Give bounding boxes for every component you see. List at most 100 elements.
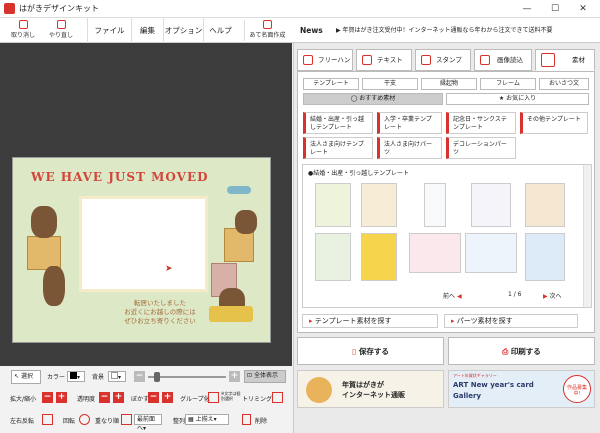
size-increase-button[interactable]: + xyxy=(56,392,67,403)
category-school[interactable]: 入学・卒業テンプレート xyxy=(377,112,442,134)
zoom-out-button[interactable]: − xyxy=(134,371,145,382)
menu-edit[interactable]: 編集 xyxy=(131,18,163,43)
template-thumbnail[interactable] xyxy=(361,183,397,227)
select-tool[interactable]: ↖ 選択 xyxy=(11,370,41,384)
find-parts-button[interactable]: ▸ パーツ素材を探す xyxy=(444,314,578,328)
template-thumbnail[interactable] xyxy=(315,183,351,227)
cart-illustration xyxy=(209,306,253,322)
material-panel: フリーハンド テキスト スタンプ 画像読込 素材 テンプレート 干支 縁起物 フ… xyxy=(293,43,600,433)
material-content: テンプレート 干支 縁起物 フレーム おいさつ文 ◯ おすすめ素材 ★ お気に入… xyxy=(297,71,595,333)
pen-icon xyxy=(303,55,313,65)
stacking-select[interactable]: 最前面へ▾ xyxy=(134,414,162,432)
opacity-decrease-button[interactable]: − xyxy=(99,392,110,403)
blur-decrease-button[interactable]: − xyxy=(148,392,159,403)
group-icon[interactable] xyxy=(208,392,219,403)
template-thumbnail[interactable] xyxy=(525,233,565,281)
blur-label: ぼかす xyxy=(131,396,150,403)
recommend-label: おすすめ素材 xyxy=(359,95,396,102)
next-page-button[interactable]: ▶ 次へ xyxy=(543,291,562,300)
template-thumbnail[interactable] xyxy=(409,233,461,273)
tab-text[interactable]: テキスト xyxy=(356,49,412,71)
template-thumbnail[interactable] xyxy=(471,183,511,227)
color-picker[interactable]: ▾ xyxy=(67,371,85,382)
category-corporate-template[interactable]: 法人さま向けテンプレート xyxy=(303,137,373,159)
show-all-label: 全体表示 xyxy=(253,372,278,379)
size-decrease-button[interactable]: − xyxy=(42,392,53,403)
banner1-line-1: 年賀はがきが xyxy=(342,381,384,389)
prev-page-button[interactable]: 前へ ◀ xyxy=(443,291,462,300)
rotate-label[interactable]: 回転 xyxy=(63,416,75,425)
category-wedding-moving[interactable]: 結婚・出産・引っ越しテンプレート xyxy=(303,112,373,134)
category-decoration[interactable]: デコレーションパーツ xyxy=(446,137,516,159)
subtab-greeting[interactable]: おいさつ文 xyxy=(539,78,589,90)
tab-image-import[interactable]: 画像読込 xyxy=(474,49,532,71)
menu-file[interactable]: ファイル xyxy=(87,18,131,43)
undo-button[interactable]: 取り消し xyxy=(5,20,41,41)
delete-label[interactable]: 削除 xyxy=(255,416,267,425)
banner-art-gallery[interactable]: アート年賀状ギャラリー ART New year's card Gallery … xyxy=(448,370,595,408)
template-thumbnail[interactable] xyxy=(465,233,517,273)
subtab-template[interactable]: テンプレート xyxy=(303,78,359,90)
opacity-increase-button[interactable]: + xyxy=(113,392,124,403)
menu-options[interactable]: オプション xyxy=(163,18,203,43)
blur-increase-button[interactable]: + xyxy=(162,392,173,403)
photo-frame[interactable] xyxy=(79,196,208,292)
airplane-illustration xyxy=(227,186,251,194)
maximize-button[interactable]: ☐ xyxy=(541,0,569,18)
align-value: 上揃え xyxy=(195,416,214,423)
save-button[interactable]: ▯ 保存する xyxy=(297,337,444,365)
rotate-icon[interactable] xyxy=(79,414,90,425)
template-thumbnail[interactable] xyxy=(315,233,351,281)
favorites-tab[interactable]: ★ お気に入り xyxy=(446,93,589,105)
tab-material[interactable]: 素材 xyxy=(535,49,595,71)
trim-label[interactable]: トリミング xyxy=(242,394,272,403)
category-other[interactable]: その他テンプレート xyxy=(520,112,588,134)
zoom-in-button[interactable]: + xyxy=(229,371,240,382)
design-canvas-area[interactable]: WE HAVE JUST MOVED 転居いたしました お近くにお越しの際には … xyxy=(0,43,292,366)
next-arrow-icon: ▶ xyxy=(543,293,548,300)
zoom-slider-handle[interactable] xyxy=(154,372,160,382)
shapes-icon xyxy=(541,53,555,67)
tab-freehand[interactable]: フリーハンド xyxy=(297,49,353,84)
news-ticker[interactable]: ▶ 年賀はがき注文受付中！インターネット通販なら年わから注文できて送料不要 xyxy=(336,18,553,43)
trash-icon[interactable] xyxy=(242,414,251,425)
address-side-button[interactable]: あて名面作成 xyxy=(244,20,290,41)
fit-icon: ⊡ xyxy=(247,372,253,379)
recommend-tab[interactable]: ◯ おすすめ素材 xyxy=(303,93,443,105)
subtab-lucky-charm[interactable]: 縁起物 xyxy=(421,78,477,90)
category-corporate-parts[interactable]: 法人さま向けパーツ xyxy=(377,137,442,159)
flip-label[interactable]: 左右反転 xyxy=(10,416,34,425)
template-thumbnail[interactable] xyxy=(525,183,565,227)
show-all-button[interactable]: ⊡ 全体表示 xyxy=(244,370,286,383)
banner-nenga-online[interactable]: 年賀はがきが インターネット通販 xyxy=(297,370,444,408)
minimize-button[interactable]: — xyxy=(513,0,541,18)
group-hint: ※文字は個別選択 xyxy=(221,391,241,401)
print-label: 印刷する xyxy=(510,347,541,356)
prev-arrow-icon: ◀ xyxy=(456,293,462,300)
trim-icon[interactable] xyxy=(272,392,283,403)
postcard-preview[interactable]: WE HAVE JUST MOVED 転居いたしました お近くにお越しの際には … xyxy=(12,157,271,343)
subtab-eto[interactable]: 干支 xyxy=(362,78,418,90)
redo-button[interactable]: やり直し xyxy=(43,20,79,41)
template-thumbnail[interactable] xyxy=(424,183,446,227)
close-button[interactable]: ✕ xyxy=(569,0,597,18)
flip-icon[interactable] xyxy=(42,414,53,425)
align-select[interactable]: ▦ 上揃え▾ xyxy=(185,414,229,425)
subtab-frame[interactable]: フレーム xyxy=(480,78,536,90)
print-button[interactable]: ⎙ 印刷する xyxy=(448,337,595,365)
background-picker[interactable]: ▾ xyxy=(108,371,126,382)
find-template-button[interactable]: ▸ テンプレート素材を探す xyxy=(302,314,438,328)
category-anniversary[interactable]: 記念日・サンクステンプレート xyxy=(446,112,516,134)
menu-help[interactable]: ヘルプ xyxy=(203,18,237,43)
tab-stamp-label: スタンプ xyxy=(436,56,462,64)
tab-material-label: 素材 xyxy=(572,56,585,64)
tab-stamp[interactable]: スタンプ xyxy=(415,49,471,71)
chat-icon: ◯ xyxy=(350,95,360,102)
image-icon xyxy=(480,55,490,65)
thumbnail-scrollbar[interactable] xyxy=(583,165,591,307)
template-thumbnail[interactable] xyxy=(361,233,397,281)
group-label[interactable]: グループ化 xyxy=(180,394,210,403)
toolbar: 取り消し やり直し ファイル 編集 オプション ヘルプ あて名面作成 News … xyxy=(0,18,600,43)
message-line-1: 転居いたしました xyxy=(134,299,186,307)
card-message: 転居いたしました お近くにお越しの際には ぜひお立ち寄りください xyxy=(110,299,210,326)
